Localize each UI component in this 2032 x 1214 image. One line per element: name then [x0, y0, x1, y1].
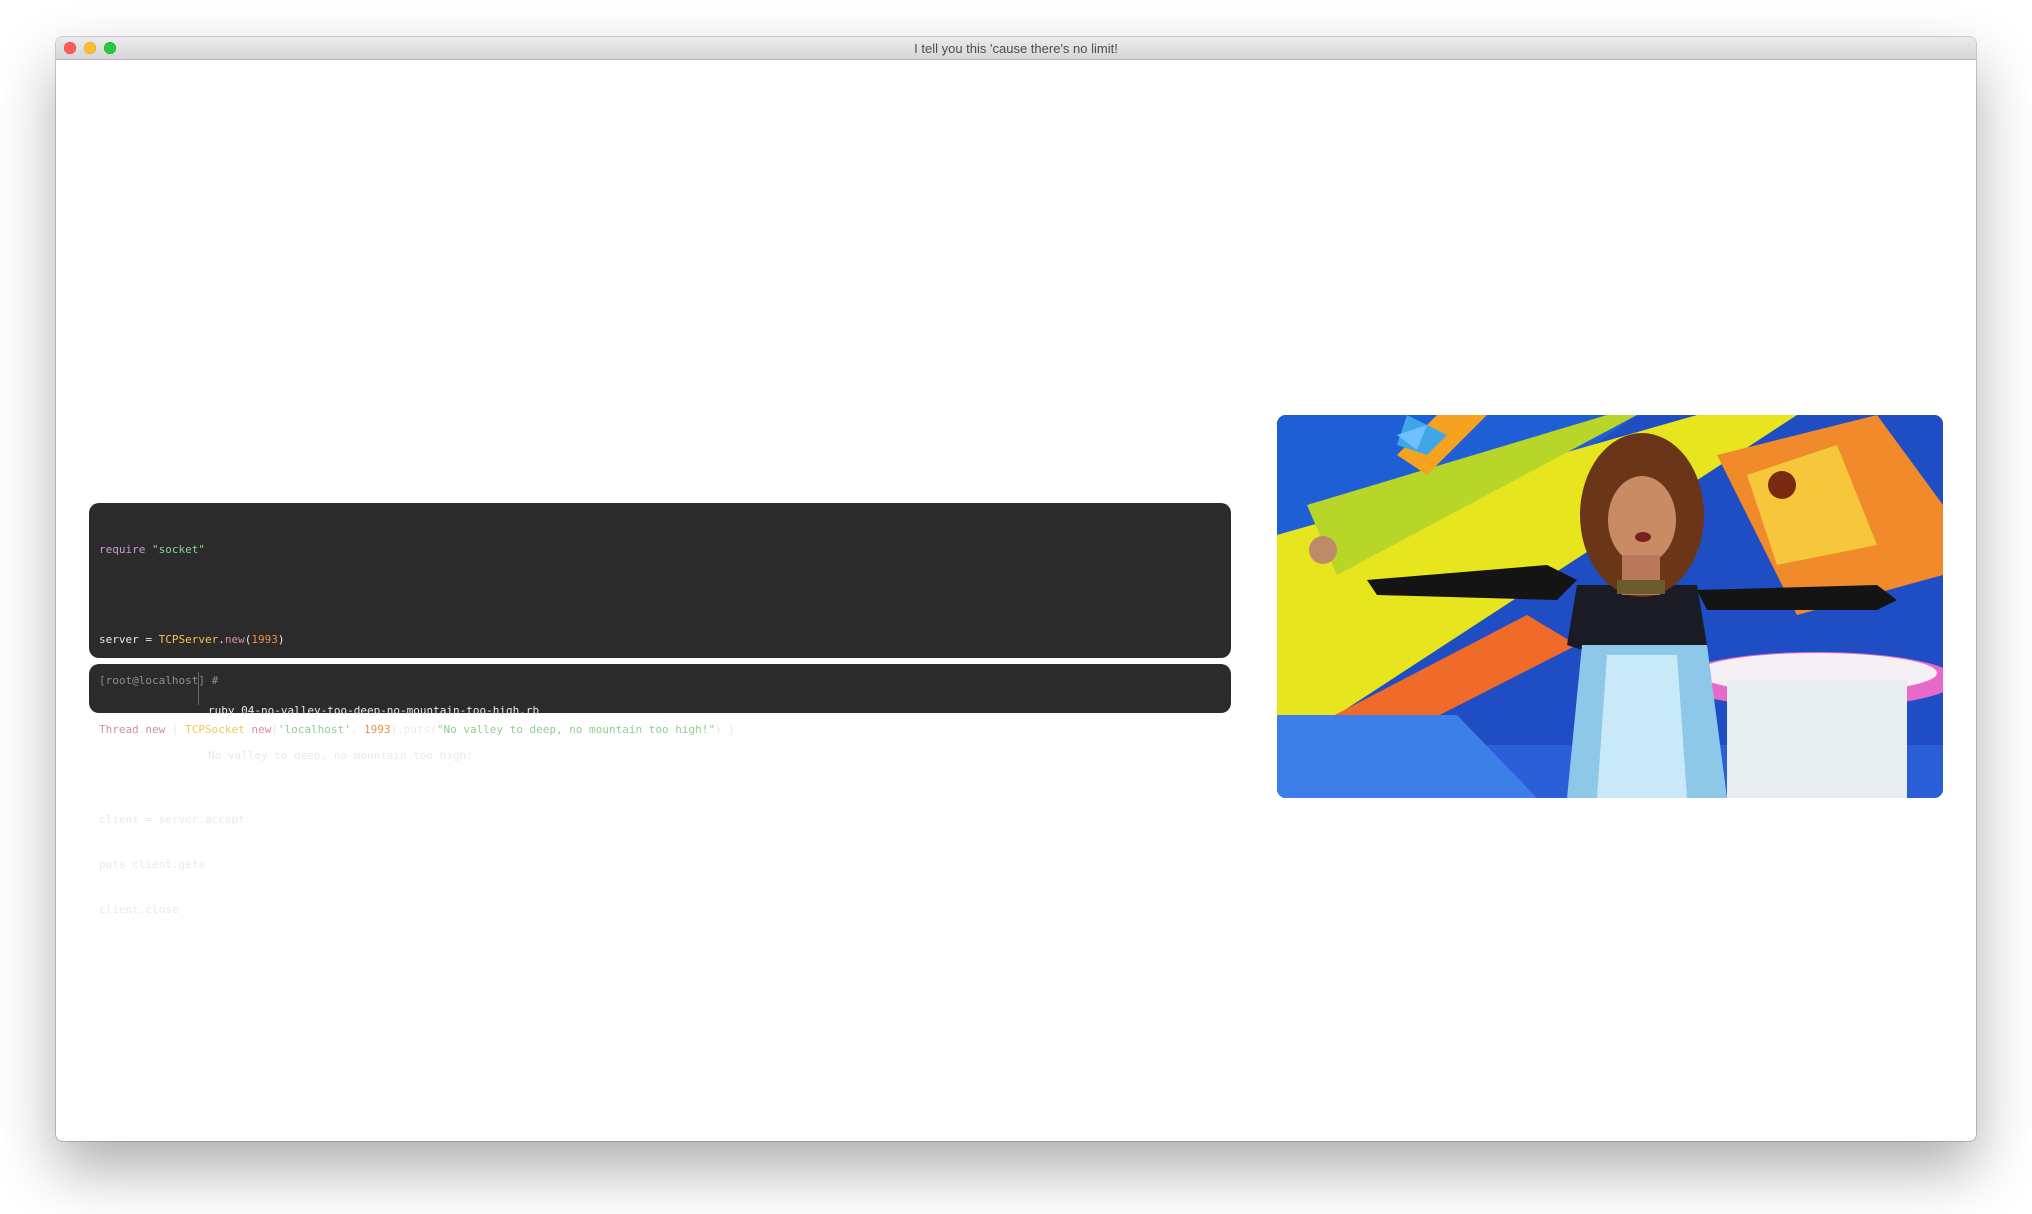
window-title: I tell you this 'cause there's no limit!: [914, 41, 1118, 56]
code-text: {: [165, 723, 186, 736]
code-string: "socket": [151, 543, 205, 556]
code-line: client = server.accept: [99, 813, 245, 826]
code-number: 1993: [251, 633, 278, 646]
video-still-image: [1277, 415, 1943, 798]
terminal-divider: [198, 672, 199, 705]
terminal-prompt: [root@localhost] #: [99, 674, 219, 687]
code-line: server = TCPServer.new(1993): [99, 632, 1221, 647]
terminal-output: [root@localhost] # ruby 04-no-valley-too…: [89, 664, 1231, 762]
terminal-lines: ruby 04-no-valley-too-deep-no-mountain-t…: [208, 673, 539, 793]
title-bar[interactable]: I tell you this 'cause there's no limit!: [56, 37, 1976, 60]
code-line: client.close: [99, 903, 179, 916]
music-video-frame[interactable]: [1277, 415, 1943, 798]
terminal-result: No valley to deep, no mountain too high!: [208, 749, 473, 762]
code-line: require "socket": [99, 542, 1221, 557]
code-block: require "socket" server = TCPServer.new(…: [89, 503, 1231, 916]
code-method: new: [224, 633, 245, 646]
code-text: ): [277, 633, 285, 646]
code-method: new: [145, 723, 166, 736]
slide-content: require "socket" server = TCPServer.new(…: [56, 60, 1976, 1141]
code-class: TCPServer: [158, 633, 219, 646]
app-window: I tell you this 'cause there's no limit!…: [56, 37, 1976, 1141]
code-line: puts client.gets: [99, 858, 205, 871]
code-text: server =: [99, 633, 159, 646]
code-text: .: [218, 633, 225, 646]
code-text: ) }: [714, 723, 735, 736]
terminal-command: ruby 04-no-valley-too-deep-no-mountain-t…: [208, 704, 540, 717]
code-keyword: require: [99, 543, 146, 556]
code-class: Thread: [99, 723, 139, 736]
